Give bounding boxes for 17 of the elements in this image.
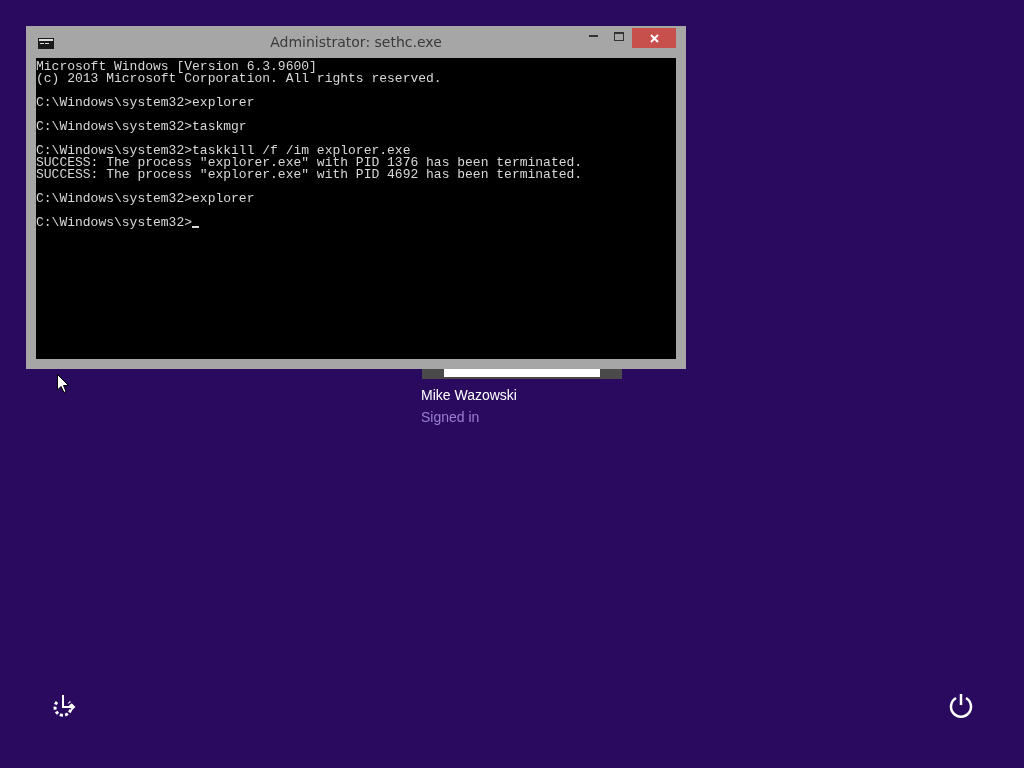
window-title: Administrator: sethc.exe (270, 34, 442, 50)
console-app-icon (38, 38, 54, 49)
console-line: C:\Windows\system32>taskkill /f /im explorer.exe (36, 143, 411, 158)
close-icon (649, 33, 659, 43)
user-name: Mike Wazowski (421, 386, 517, 404)
console-line: C:\Windows\system32>taskmgr (36, 119, 247, 134)
console-line: C:\Windows\system32>explorer (36, 191, 255, 206)
sign-in-status: Signed in (421, 408, 481, 426)
close-button[interactable] (632, 28, 676, 48)
power-icon[interactable] (948, 692, 974, 718)
mouse-pointer-icon (57, 374, 69, 393)
console-line: C:\Windows\system32>explorer (36, 95, 255, 110)
minimize-icon (588, 35, 598, 37)
console-line: Microsoft Windows [Version 6.3.9600] (36, 59, 317, 74)
console-line: C:\Windows\system32> (36, 215, 193, 230)
user-tile[interactable] (422, 368, 622, 379)
maximize-icon (614, 31, 624, 41)
